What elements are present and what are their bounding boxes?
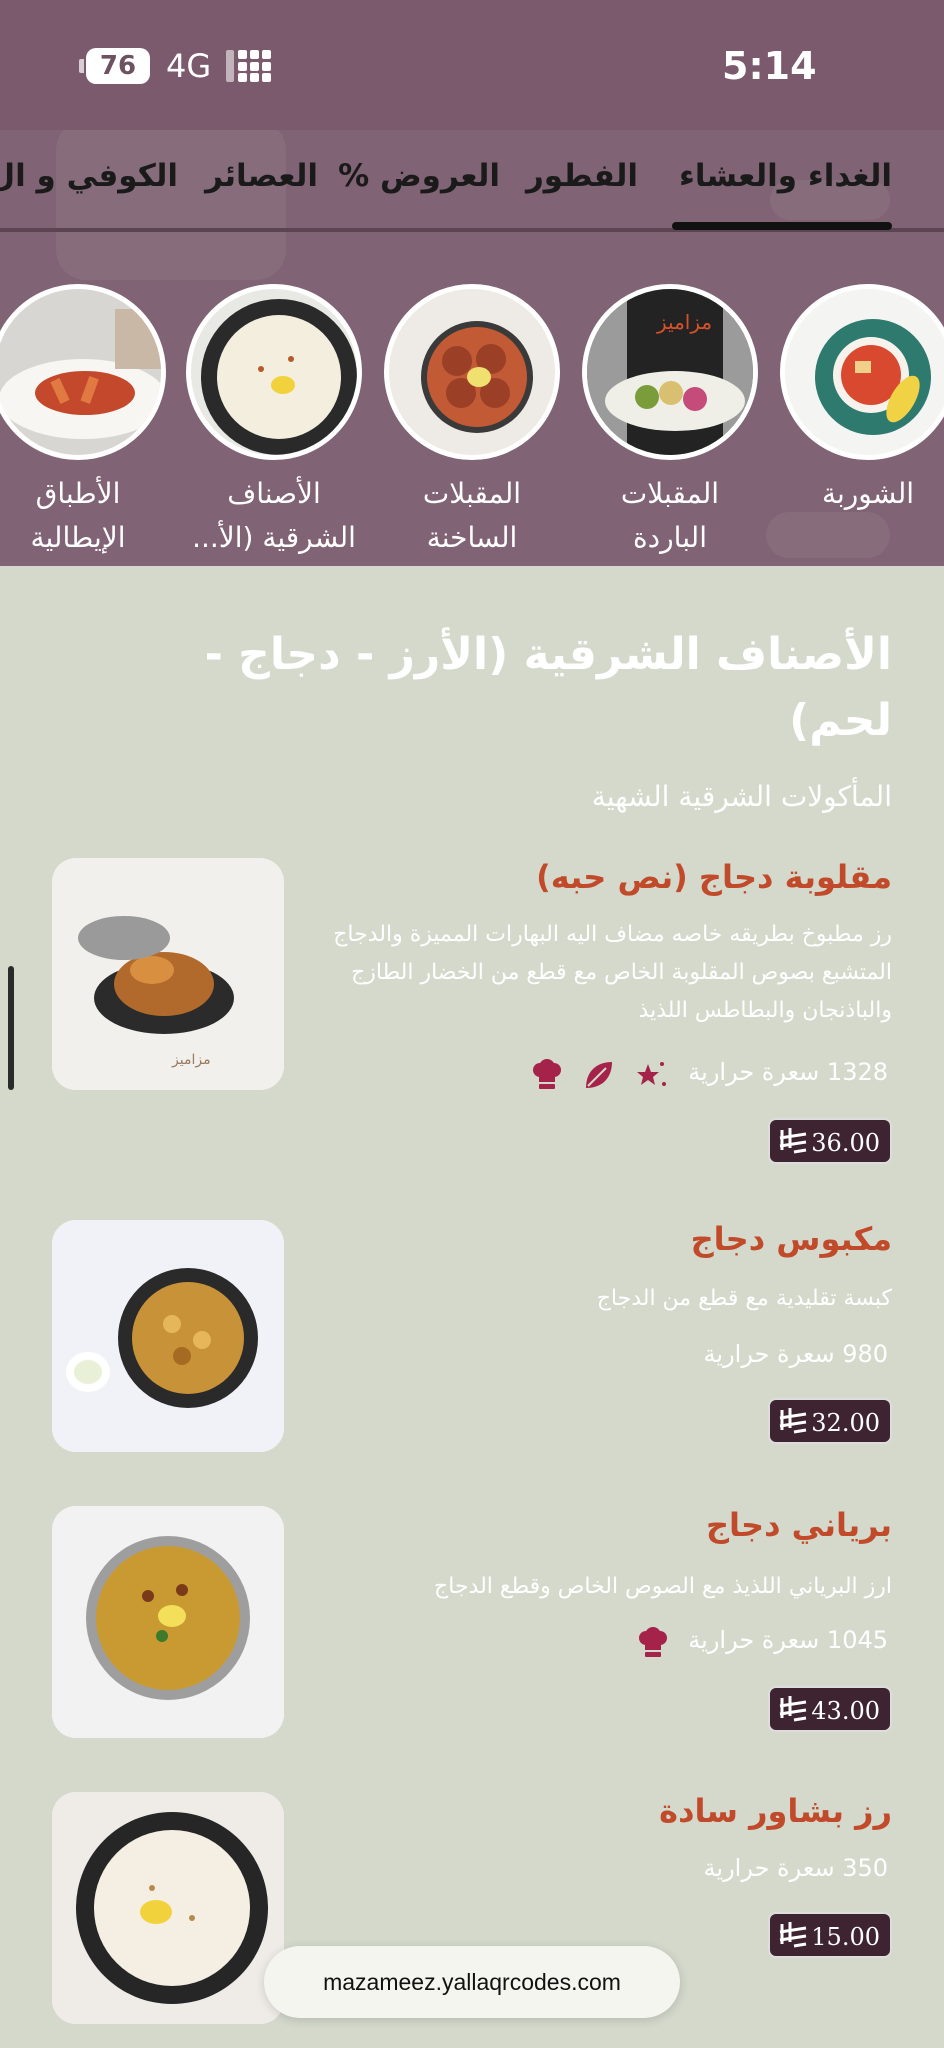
signal-icon xyxy=(226,50,274,82)
category-cold-appetizers[interactable]: مزاميز المقبلات الباردة xyxy=(580,284,760,560)
section-title: الأصناف الشرقية (الأرز - دجاج - لحم) xyxy=(204,629,892,746)
item-image xyxy=(52,1792,284,2024)
network-label: 4G xyxy=(166,47,212,85)
active-tab-indicator xyxy=(672,222,892,230)
chef-hat-icon xyxy=(636,1626,670,1660)
category-oriental-dishes[interactable]: الأصناف الشرقية (الأ... xyxy=(184,284,364,560)
category-tabs: الغداء والعشاء الفطور العروض % العصائر ا… xyxy=(0,150,944,232)
scrollbar[interactable] xyxy=(8,966,14,1090)
category-hot-appetizers[interactable]: المقبلات الساخنة xyxy=(382,284,562,560)
hot-appetizers-image xyxy=(384,284,560,460)
category-label: المقبلات الساخنة xyxy=(422,477,522,554)
item-name: مكبوس دجاج xyxy=(690,1220,892,1258)
menu-header: 76 4G 5:14 الغداء والعشاء الفطور العروض … xyxy=(0,0,944,566)
item-image xyxy=(52,1506,284,1738)
stars-icon xyxy=(634,1058,668,1092)
italian-dishes-image xyxy=(0,284,166,460)
chef-hat-icon xyxy=(530,1058,564,1092)
item-image: مزاميز xyxy=(52,858,284,1090)
category-label: الأصناف الشرقية (الأ... xyxy=(192,477,356,554)
tab-lunch-dinner[interactable]: الغداء والعشاء xyxy=(679,158,892,194)
item-calories: 1328 سعرة حرارية xyxy=(688,1058,888,1086)
item-calories: 980 سعرة حرارية xyxy=(703,1340,888,1368)
cold-appetizers-image: مزاميز xyxy=(582,284,758,460)
leaf-icon xyxy=(582,1058,616,1092)
item-name: برياني دجاج xyxy=(705,1506,892,1544)
section-subtitle: المأكولات الشرقية الشهية xyxy=(591,780,892,813)
category-label: الأطباق الإيطالية xyxy=(30,477,126,554)
status-bar: 76 4G 5:14 xyxy=(0,0,944,130)
background-ghost-price xyxy=(766,512,890,558)
svg-text:مزاميز: مزاميز xyxy=(656,310,712,334)
item-calories: 350 سعرة حرارية xyxy=(703,1854,888,1882)
item-price: 32.00 xyxy=(768,1398,892,1444)
item-name: مقلوبة دجاج (نص حبه) xyxy=(536,858,892,896)
item-name: رز بشاور سادة xyxy=(659,1792,892,1830)
url-bar[interactable]: mazameez.yallaqrcodes.com xyxy=(264,1946,680,2018)
category-soup[interactable]: الشوربة xyxy=(778,284,944,516)
category-label: الشوربة xyxy=(821,477,915,510)
item-description: رز مطبوخ بطريقه خاصه مضاف اليه البهارات … xyxy=(333,922,892,1023)
riyal-icon xyxy=(779,1922,807,1948)
riyal-icon xyxy=(779,1128,807,1154)
item-price: 43.00 xyxy=(768,1686,892,1732)
tab-coffee[interactable]: الكوفي و ال xyxy=(0,158,178,194)
item-badges xyxy=(636,1626,670,1660)
oriental-dishes-image xyxy=(186,284,362,460)
tab-breakfast[interactable]: الفطور xyxy=(526,158,638,194)
clock: 5:14 xyxy=(722,44,817,88)
tab-offers[interactable]: العروض % xyxy=(338,158,500,194)
riyal-icon xyxy=(779,1408,807,1434)
item-image xyxy=(52,1220,284,1452)
category-italian-dishes[interactable]: الأطباق الإيطالية xyxy=(0,284,168,560)
item-badges xyxy=(530,1058,668,1092)
item-price: 36.00 xyxy=(768,1118,892,1164)
item-price: 15.00 xyxy=(768,1912,892,1958)
riyal-icon xyxy=(779,1696,807,1722)
soup-image xyxy=(780,284,944,460)
tab-juices[interactable]: العصائر xyxy=(205,158,318,194)
svg-text:مزاميز: مزاميز xyxy=(171,1052,211,1068)
item-description: كبسة تقليدية مع قطع من الدجاج xyxy=(596,1286,892,1311)
category-label: المقبلات الباردة xyxy=(620,477,720,554)
item-description: ارز البرياني اللذيذ مع الصوص الخاص وقطع … xyxy=(434,1574,892,1599)
item-calories: 1045 سعرة حرارية xyxy=(688,1626,888,1654)
battery-icon: 76 xyxy=(79,48,150,84)
